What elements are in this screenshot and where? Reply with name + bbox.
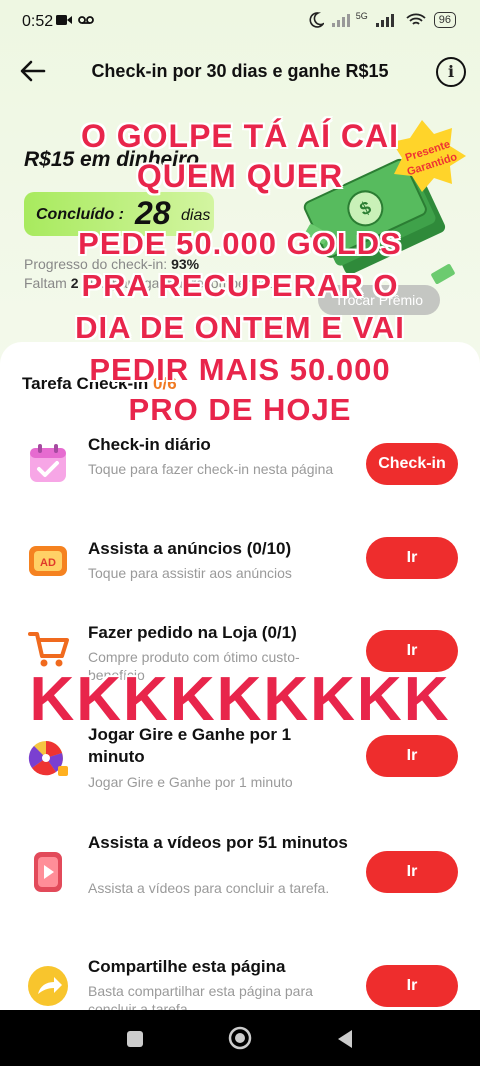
video-camera-icon: [56, 15, 72, 25]
overlay-caption-line: QUEM QUER: [136, 158, 344, 194]
recents-icon[interactable]: [126, 1030, 144, 1048]
task-name: Compartilhe esta página: [88, 957, 286, 976]
moon-icon: [309, 12, 324, 28]
video-phone-icon: [34, 852, 62, 892]
wifi-icon: [406, 13, 426, 25]
home-icon[interactable]: [228, 1026, 252, 1050]
overlay-caption-line: PEDIR MAIS 50.000: [89, 352, 391, 387]
checkin-button[interactable]: Check-in: [366, 443, 458, 485]
prize-wheel-icon: [28, 741, 68, 776]
back-nav-icon[interactable]: [336, 1029, 354, 1049]
overlay-caption-line: O GOLPE TÁ AÍ CAI: [80, 118, 400, 154]
network-type: 5G: [355, 11, 368, 21]
voicemail-icon: [78, 16, 94, 24]
completed-label: Concluído :: [36, 206, 124, 223]
task-desc: Jogar Gire e Ganhe por 1 minuto: [88, 774, 293, 790]
info-icon[interactable]: i: [436, 57, 466, 87]
task-name: Assista a anúncios (0/10): [88, 539, 292, 558]
go-button[interactable]: Ir: [366, 735, 458, 777]
share-arrow-icon: [28, 966, 68, 1006]
completed-unit: dias: [181, 207, 211, 224]
task-name: Fazer pedido na Loja (0/1): [88, 623, 297, 642]
task-name: Check-in diário: [88, 435, 211, 454]
battery-indicator: 96: [433, 12, 456, 28]
go-button[interactable]: Ir: [366, 537, 458, 579]
overlay-laugh-text: KKKKKKKKK: [29, 665, 451, 734]
overlay-caption-line: DIA DE ONTEM E VAI: [75, 310, 405, 345]
system-nav-bar: [0, 1010, 480, 1066]
ad-tv-icon: AD: [29, 546, 67, 576]
svg-text:AD: AD: [40, 557, 56, 569]
overlay-caption-line: PRA RECUPERAR O: [81, 268, 399, 303]
task-name: Assista a vídeos por 51 minutos: [88, 833, 348, 852]
notification-icons: [56, 14, 94, 26]
task-desc: Toque para assistir aos anúncios: [88, 565, 292, 581]
overlay-caption-line: PRO DE HOJE: [128, 392, 352, 427]
task-desc: Assista a vídeos para concluir a tarefa.: [88, 880, 330, 896]
page-title: Check-in por 30 dias e ganhe R$15: [91, 61, 389, 81]
go-button[interactable]: Ir: [366, 851, 458, 893]
task-desc: Toque para fazer check-in nesta página: [88, 461, 334, 477]
calendar-check-icon: [30, 444, 66, 482]
signal-icon: [331, 14, 350, 27]
signal-icon-2: [375, 14, 394, 27]
clock: 0:52: [22, 13, 54, 30]
app-header: Check-in por 30 dias e ganhe R$15 i: [0, 50, 480, 92]
status-bar: 0:52 5G 96: [0, 0, 480, 44]
go-button[interactable]: Ir: [366, 965, 458, 1007]
overlay-caption-line: PEDE 50.000 GOLDS: [78, 226, 402, 261]
